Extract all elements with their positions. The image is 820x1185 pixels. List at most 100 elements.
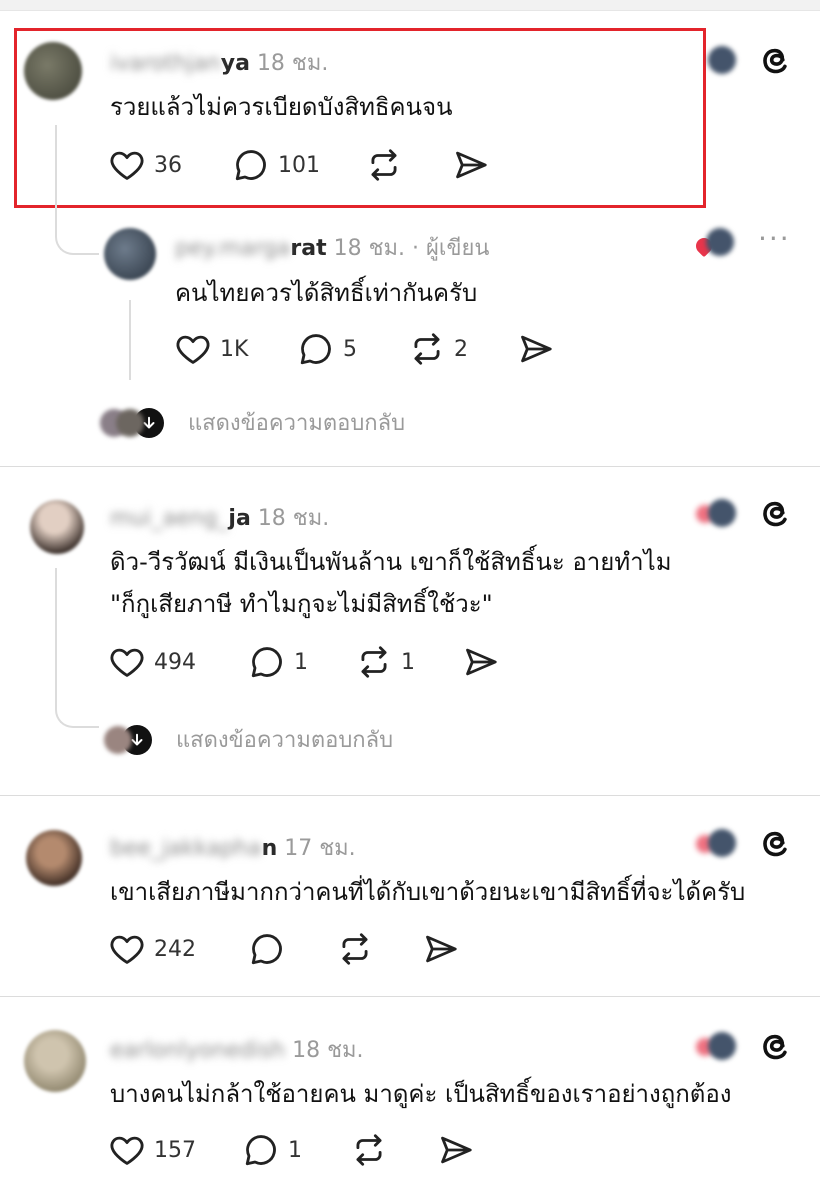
send-icon: [437, 1131, 475, 1169]
heart-icon: [174, 330, 212, 368]
repost-count: 1: [401, 649, 415, 675]
like-count: 242: [154, 936, 196, 962]
heart-icon: [108, 146, 146, 184]
comment-text-line-2: "ก็กูเสียภาษี ทำไมกูจะไม่มีสิทธิ์ใช้วะ": [110, 590, 493, 618]
liker-avatars: [694, 497, 740, 531]
repost-button[interactable]: [365, 146, 403, 184]
comment-header: bee_jakkaphan 17 ชม.: [110, 830, 356, 865]
show-replies-label: แสดงข้อความตอบกลับ: [188, 411, 406, 436]
timestamp: 18 ชม.: [292, 1038, 364, 1063]
share-button[interactable]: [437, 1131, 475, 1169]
show-replies-label: แสดงข้อความตอบกลับ: [176, 728, 394, 753]
reply-button[interactable]: 101: [232, 146, 320, 184]
show-replies-link[interactable]: แสดงข้อความตอบกลับ: [104, 722, 393, 757]
send-icon: [462, 643, 500, 681]
repost-icon: [355, 643, 393, 681]
heart-icon: [108, 1131, 146, 1169]
reply-button[interactable]: 1: [242, 1131, 302, 1169]
threads-logo-icon[interactable]: [757, 1029, 793, 1065]
comment-icon: [248, 930, 286, 968]
username-blurred[interactable]: mui_aeng_: [110, 506, 228, 531]
timestamp: 18 ชม.: [333, 236, 406, 261]
avatar[interactable]: [30, 500, 84, 554]
like-button[interactable]: 157: [108, 1131, 196, 1169]
username[interactable]: ya: [221, 51, 250, 76]
comment-text: บางคนไม่กล้าใช้อายคน มาดูค่ะ เป็นสิทธิ์ข…: [110, 1080, 732, 1108]
reply-count: 1: [288, 1137, 302, 1163]
comment-header: ivarothjanya 18 ชม.: [110, 45, 328, 80]
username[interactable]: n: [262, 836, 278, 861]
threads-logo-icon[interactable]: [757, 826, 793, 862]
heart-icon: [108, 643, 146, 681]
divider: [0, 466, 820, 467]
thread-connector: [55, 125, 99, 255]
share-button[interactable]: [462, 643, 500, 681]
repost-icon: [350, 1131, 388, 1169]
divider: [0, 996, 820, 997]
thread-line: [129, 300, 131, 380]
reply-button[interactable]: [248, 930, 286, 968]
repost-button[interactable]: 2: [408, 330, 468, 368]
threads-logo-icon[interactable]: [757, 43, 793, 79]
username[interactable]: ja: [228, 506, 250, 531]
send-icon: [452, 146, 490, 184]
like-button[interactable]: 1K: [174, 330, 248, 368]
author-tag: · ผู้เขียน: [412, 236, 490, 261]
reply-count: 101: [278, 152, 320, 178]
repost-count: 2: [454, 336, 468, 362]
divider: [0, 795, 820, 796]
username-blurred[interactable]: pey.marga: [175, 236, 290, 261]
username-blurred[interactable]: ivarothjan: [110, 51, 221, 76]
thread-connector: [55, 568, 99, 728]
show-replies-link[interactable]: แสดงข้อความตอบกลับ: [100, 405, 405, 440]
top-bar: [0, 0, 820, 11]
like-count: 1K: [220, 336, 249, 362]
comment-text: เขาเสียภาษีมากกว่าคนที่ได้กับเขาด้วยนะเข…: [110, 878, 746, 906]
heart-icon: [108, 930, 146, 968]
like-button[interactable]: 36: [108, 146, 182, 184]
liker-avatars: [694, 1030, 740, 1064]
send-icon: [422, 930, 460, 968]
reply-button[interactable]: 5: [297, 330, 357, 368]
repost-button[interactable]: [350, 1131, 388, 1169]
like-count: 36: [154, 152, 182, 178]
repost-button[interactable]: [336, 930, 374, 968]
avatar[interactable]: [24, 42, 82, 100]
repost-icon: [408, 330, 446, 368]
comment-text-line-1: ดิว-วีรวัฒน์ มีเงินเป็นพันล้าน เขาก็ใช้ส…: [110, 548, 672, 576]
comment-header: earlonlyonedish 18 ชม.: [110, 1032, 364, 1067]
reply-count: 1: [294, 649, 308, 675]
comment-icon: [248, 643, 286, 681]
avatar[interactable]: [26, 830, 82, 886]
repost-button[interactable]: 1: [355, 643, 415, 681]
avatar[interactable]: [104, 228, 156, 280]
timestamp: 17 ชม.: [284, 836, 356, 861]
share-button[interactable]: [517, 330, 555, 368]
threads-logo-icon[interactable]: [757, 496, 793, 532]
share-button[interactable]: [452, 146, 490, 184]
like-button[interactable]: 242: [108, 930, 196, 968]
username-blurred[interactable]: earlonlyonedish: [110, 1038, 285, 1063]
comment-icon: [242, 1131, 280, 1169]
send-icon: [517, 330, 555, 368]
like-button[interactable]: 494: [108, 643, 196, 681]
timestamp: 18 ชม.: [256, 51, 329, 76]
avatar[interactable]: [24, 1030, 86, 1092]
share-button[interactable]: [422, 930, 460, 968]
comment-icon: [232, 146, 270, 184]
username-blurred[interactable]: bee_jakkapha: [110, 836, 262, 861]
comment-text: รวยแล้วไม่ควรเบียดบังสิทธิคนจน: [110, 93, 453, 121]
timestamp: 18 ชม.: [257, 506, 330, 531]
more-options-icon[interactable]: ···: [758, 222, 791, 255]
reply-avatars: [104, 724, 152, 755]
repost-icon: [365, 146, 403, 184]
comment-text: คนไทยควรได้สิทธิ์เท่ากันครับ: [175, 279, 478, 307]
liker-avatars: [694, 44, 740, 78]
like-count: 157: [154, 1137, 196, 1163]
like-count: 494: [154, 649, 196, 675]
reply-avatars: [100, 407, 164, 438]
liker-avatars: [694, 827, 740, 861]
comment-header: pey.margarat 18 ชม. · ผู้เขียน: [175, 230, 489, 265]
reply-button[interactable]: 1: [248, 643, 308, 681]
username[interactable]: rat: [290, 236, 326, 261]
